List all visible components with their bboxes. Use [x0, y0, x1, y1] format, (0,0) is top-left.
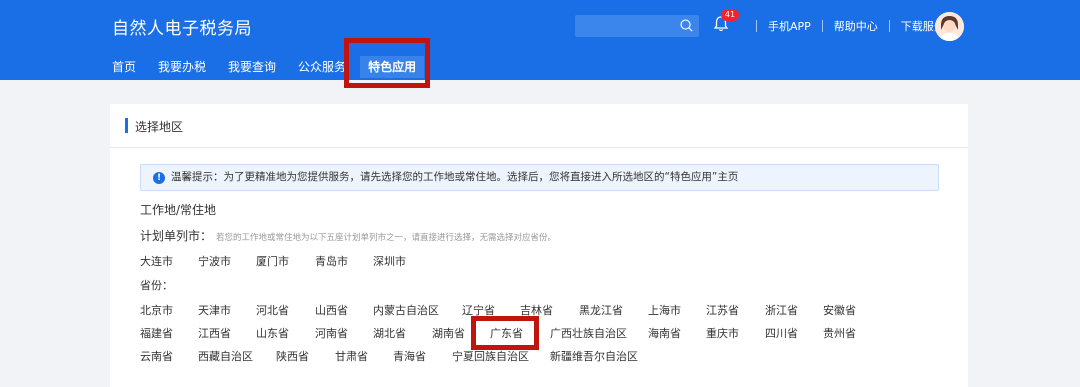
province-yunnan[interactable]: 云南省: [140, 348, 173, 364]
title-accent-bar: [125, 118, 128, 133]
province-anhui[interactable]: 安徽省: [823, 302, 856, 318]
highlight-box-nav: [344, 38, 430, 88]
province-sichuan[interactable]: 四川省: [765, 325, 798, 341]
province-beijing[interactable]: 北京市: [140, 302, 173, 318]
nav-home[interactable]: 首页: [112, 56, 136, 78]
province-label: 省份：: [140, 279, 173, 292]
province-guizhou[interactable]: 贵州省: [823, 325, 856, 341]
city-dalian[interactable]: 大连市: [140, 253, 173, 269]
top-header: 自然人电子税务局 41 手机APP 帮助中心 下载服务 首页 我要办税 我要查询…: [0, 0, 1080, 80]
plan-city-label-row: 计划单列市： 若您的工作地或常住地为以下五座计划单列市之一，请直接进行选择，无需选…: [140, 227, 556, 244]
search-icon[interactable]: [679, 18, 694, 33]
avatar[interactable]: [935, 12, 964, 41]
province-guangxi[interactable]: 广西壮族自治区: [550, 325, 627, 341]
help-center-link[interactable]: 帮助中心: [834, 18, 878, 34]
province-heilongjiang[interactable]: 黑龙江省: [579, 302, 623, 318]
province-ningxia[interactable]: 宁夏回族自治区: [452, 348, 529, 364]
divider: [821, 20, 823, 32]
province-shanghai[interactable]: 上海市: [648, 302, 681, 318]
notification-badge: 41: [721, 9, 739, 21]
region-select-card: 选择地区 ! 温馨提示：为了更精准地为您提供服务，请先选择您的工作地或常住地。选…: [110, 104, 968, 387]
province-tibet[interactable]: 西藏自治区: [198, 348, 253, 364]
city-xiamen[interactable]: 厦门市: [256, 253, 289, 269]
divider: [888, 20, 890, 32]
plan-city-hint: 若您的工作地或常住地为以下五座计划单列市之一，请直接进行选择，无需选择对应省份。: [216, 233, 557, 243]
nav-tax-handling[interactable]: 我要办税: [158, 56, 206, 78]
province-zhejiang[interactable]: 浙江省: [765, 302, 798, 318]
province-hubei[interactable]: 湖北省: [373, 325, 406, 341]
province-chongqing[interactable]: 重庆市: [706, 325, 739, 341]
notice-text: 温馨提示：为了更精准地为您提供服务，请先选择您的工作地或常住地。选择后，您将直接…: [171, 171, 739, 183]
province-shandong[interactable]: 山东省: [256, 325, 289, 341]
province-inner-mongolia[interactable]: 内蒙古自治区: [373, 302, 439, 318]
city-shenzhen[interactable]: 深圳市: [373, 253, 406, 269]
province-hunan[interactable]: 湖南省: [432, 325, 465, 341]
province-jiangxi[interactable]: 江西省: [198, 325, 231, 341]
card-title: 选择地区: [135, 120, 184, 134]
city-qingdao[interactable]: 青岛市: [315, 253, 348, 269]
avatar-image: [935, 12, 964, 41]
province-hainan[interactable]: 海南省: [648, 325, 681, 341]
province-hebei[interactable]: 河北省: [256, 302, 289, 318]
province-fujian[interactable]: 福建省: [140, 325, 173, 341]
city-ningbo[interactable]: 宁波市: [198, 253, 231, 269]
mobile-app-link[interactable]: 手机APP: [768, 18, 811, 34]
province-shanxi[interactable]: 山西省: [315, 302, 348, 318]
nav-public-service[interactable]: 公众服务: [298, 56, 346, 78]
site-title[interactable]: 自然人电子税务局: [112, 14, 252, 39]
province-shaanxi[interactable]: 陕西省: [276, 348, 309, 364]
province-gansu[interactable]: 甘肃省: [335, 348, 368, 364]
highlight-box-guangdong: [471, 316, 539, 350]
province-jiangsu[interactable]: 江苏省: [706, 302, 739, 318]
notice-banner: ! 温馨提示：为了更精准地为您提供服务，请先选择您的工作地或常住地。选择后，您将…: [140, 164, 939, 191]
card-header: 选择地区: [110, 104, 968, 148]
search-box[interactable]: [575, 15, 699, 38]
top-links: 手机APP 帮助中心 下载服务: [745, 18, 945, 34]
province-henan[interactable]: 河南省: [315, 325, 348, 341]
work-location-label: 工作地/常住地: [140, 203, 217, 217]
info-icon: !: [153, 172, 165, 184]
province-qinghai[interactable]: 青海省: [393, 348, 426, 364]
divider: [756, 20, 757, 32]
province-xinjiang[interactable]: 新疆维吾尔自治区: [550, 348, 638, 364]
nav-query[interactable]: 我要查询: [228, 56, 276, 78]
plan-city-label: 计划单列市：: [140, 229, 213, 243]
province-tianjin[interactable]: 天津市: [198, 302, 231, 318]
